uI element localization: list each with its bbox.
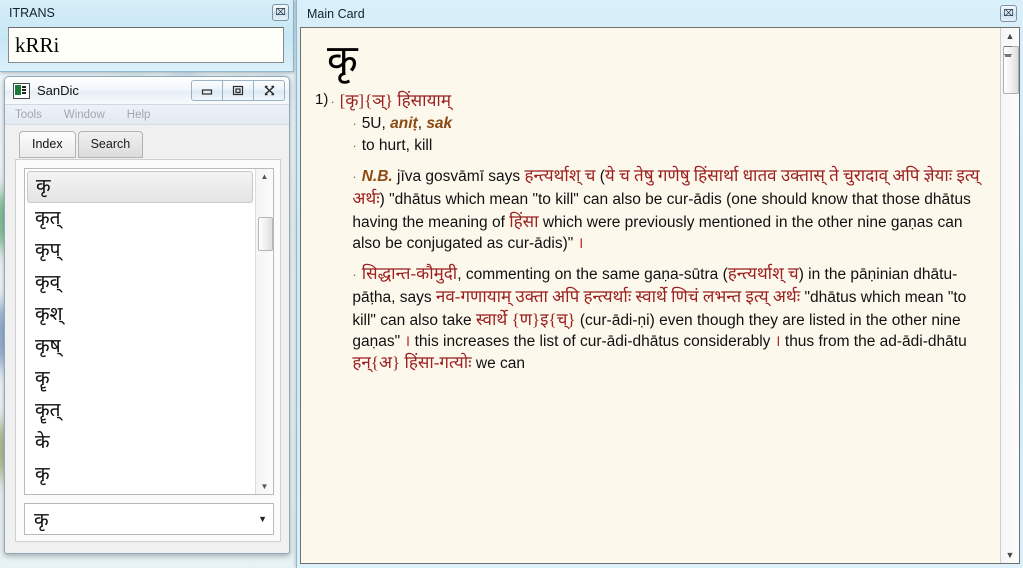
headline-devanagari: [कृ]{ञ्} हिंसायाम् [339, 91, 452, 110]
itrans-window: ITRANS ⌧ kRRi [0, 0, 294, 72]
close-icon[interactable] [254, 80, 285, 101]
sandic-tabs: Index Search [19, 131, 144, 158]
commentary-devanagari-2: हन्त्यर्थाश् च [727, 264, 799, 284]
nb-devanagari-3: हिंसा [509, 211, 539, 231]
bullet-dot: · [352, 267, 357, 283]
commentary-devanagari-5: हन्{अ} [352, 353, 401, 373]
close-icon[interactable]: ⌧ [1000, 5, 1017, 22]
scroll-down-icon[interactable]: ▼ [1001, 547, 1019, 563]
maximize-glyph [232, 85, 244, 96]
list-item[interactable]: के [27, 427, 255, 459]
close-icon[interactable]: ⌧ [272, 4, 289, 21]
window-controls [191, 80, 285, 101]
list-item[interactable]: कृष् [27, 331, 255, 363]
gloss-text: to hurt, kill [361, 136, 433, 154]
maincard-window: Main Card ⌧ कृ 1) · [कृ]{ञ्} हिंसायाम् · 5… [296, 0, 1023, 568]
bullet-dot: · [352, 137, 357, 153]
minimize-glyph [201, 88, 213, 95]
card-scrollbar[interactable]: ▲ ▼ [1000, 28, 1019, 563]
list-item[interactable]: कॄत् [27, 395, 255, 427]
grammar-sak: sak [426, 114, 453, 132]
itrans-titlebar[interactable]: ITRANS ⌧ [0, 0, 293, 25]
bullet-dot: · [352, 115, 357, 131]
tab-search[interactable]: Search [77, 131, 144, 158]
entry-headline: · [कृ]{ञ्} हिंसायाम् [330, 90, 986, 113]
grammar-prefix: 5U, [361, 114, 391, 132]
chevron-down-icon[interactable]: ▼ [258, 514, 267, 524]
close-glyph [264, 85, 274, 96]
list-item[interactable]: कृप् [27, 235, 255, 267]
maincard-titlebar[interactable]: Main Card ⌧ [297, 0, 1023, 27]
scrollbar-grip-icon [1004, 46, 1012, 55]
tab-index[interactable]: Index [19, 131, 76, 158]
scrollbar-thumb[interactable] [258, 217, 273, 251]
list-scrollbar[interactable]: ▲ ▼ [255, 169, 273, 494]
sandic-app-icon [13, 82, 30, 99]
index-panel: कृ कृत् कृप् कृव् कृश् कृष् कॄ कॄत् के क… [15, 159, 281, 542]
bullet-dot: · [330, 94, 335, 109]
commentary-text-a: , commenting on the same gaṇa-sūtra ( [457, 266, 728, 284]
commentary-text-f: thus from the ad-ādi-dhātu [780, 332, 967, 350]
scroll-up-icon[interactable]: ▲ [256, 169, 273, 184]
entry-grammar: · 5U, aniṭ, sak [352, 114, 986, 135]
nb-devanagari-1: हन्त्यर्थाश् च [524, 166, 596, 186]
sandic-window: SanDic Tools Window Help Index Search कृ… [4, 76, 290, 554]
nb-text-a: jīva gosvāmī says [392, 168, 525, 186]
maincard-title: Main Card [307, 6, 365, 21]
itrans-title: ITRANS [9, 5, 55, 20]
scroll-up-icon[interactable]: ▲ [1001, 28, 1019, 44]
card-content: कृ 1) · [कृ]{ञ्} हिंसायाम् · 5U, aniṭ, sak… [301, 28, 1000, 563]
commentary-devanagari-4: स्वार्थे {ण}इ{च्} [475, 309, 576, 329]
entry-number: 1) [315, 91, 329, 108]
entry-note: · N.B. jīva gosvāmī says हन्त्यर्थाश् च (… [352, 165, 986, 254]
commentary-text-h: we can [471, 355, 526, 373]
entry-commentary: · सिद्धान्त-कौमुदी, commenting on the sam… [352, 263, 986, 375]
itrans-input[interactable]: kRRi [8, 27, 284, 63]
list-item[interactable]: कृव् [27, 267, 255, 299]
commentary-devanagari-1: सिद्धान्त-कौमुदी [361, 264, 458, 284]
commentary-devanagari-6: हिंसा-गत्योः [404, 353, 472, 373]
headword-list: कृ कृत् कृप् कृव् कृश् कृष् कॄ कॄत् के क… [25, 169, 255, 494]
list-item[interactable]: कृत् [27, 203, 255, 235]
list-item[interactable]: कॄ [27, 363, 255, 395]
grammar-anit: aniṭ [390, 114, 418, 132]
entry-bullets: · [कृ]{ञ्} हिंसायाम् · 5U, aniṭ, sak · to h… [330, 90, 986, 376]
nb-label: N.B. [361, 168, 393, 186]
sandic-title: SanDic [37, 83, 79, 98]
card-headword: कृ [327, 37, 358, 82]
menu-item-help[interactable]: Help [127, 109, 151, 121]
menu-item-window[interactable]: Window [64, 109, 105, 121]
commentary-text-e: this increases the list of cur-ādi-dhātu… [410, 332, 775, 350]
headword-listbox[interactable]: कृ कृत् कृप् कृव् कृश् कृष् कॄ कॄत् के क… [24, 168, 274, 495]
itrans-input-value: kRRi [15, 32, 60, 57]
list-item[interactable]: कृ [27, 171, 253, 203]
sandic-menubar: Tools Window Help [5, 105, 289, 125]
headword-combobox[interactable]: कृ ▼ [24, 503, 274, 535]
scroll-down-icon[interactable]: ▼ [256, 479, 273, 494]
entry-gloss: · to hurt, kill [352, 136, 986, 157]
menu-item-tools[interactable]: Tools [15, 109, 42, 121]
list-item[interactable]: कृ [27, 459, 255, 491]
sandic-titlebar[interactable]: SanDic [5, 77, 289, 105]
minimize-icon[interactable] [191, 80, 223, 101]
nb-text-b: ( [595, 168, 605, 186]
commentary-devanagari-3: नव-गणायाम् उक्ता अपि हन्त्यर्थाः स्वार्थ… [435, 287, 801, 307]
list-item[interactable]: कृश् [27, 299, 255, 331]
card-body: कृ 1) · [कृ]{ञ्} हिंसायाम् · 5U, aniṭ, sak… [300, 27, 1020, 564]
combobox-value: कृ [34, 510, 49, 531]
danda-mark: । [577, 234, 584, 252]
dictionary-entry: 1) · [कृ]{ञ्} हिंसायाम् · 5U, aniṭ, sak · t… [315, 90, 986, 376]
maximize-icon[interactable] [223, 80, 254, 101]
bullet-dot: · [352, 169, 357, 185]
